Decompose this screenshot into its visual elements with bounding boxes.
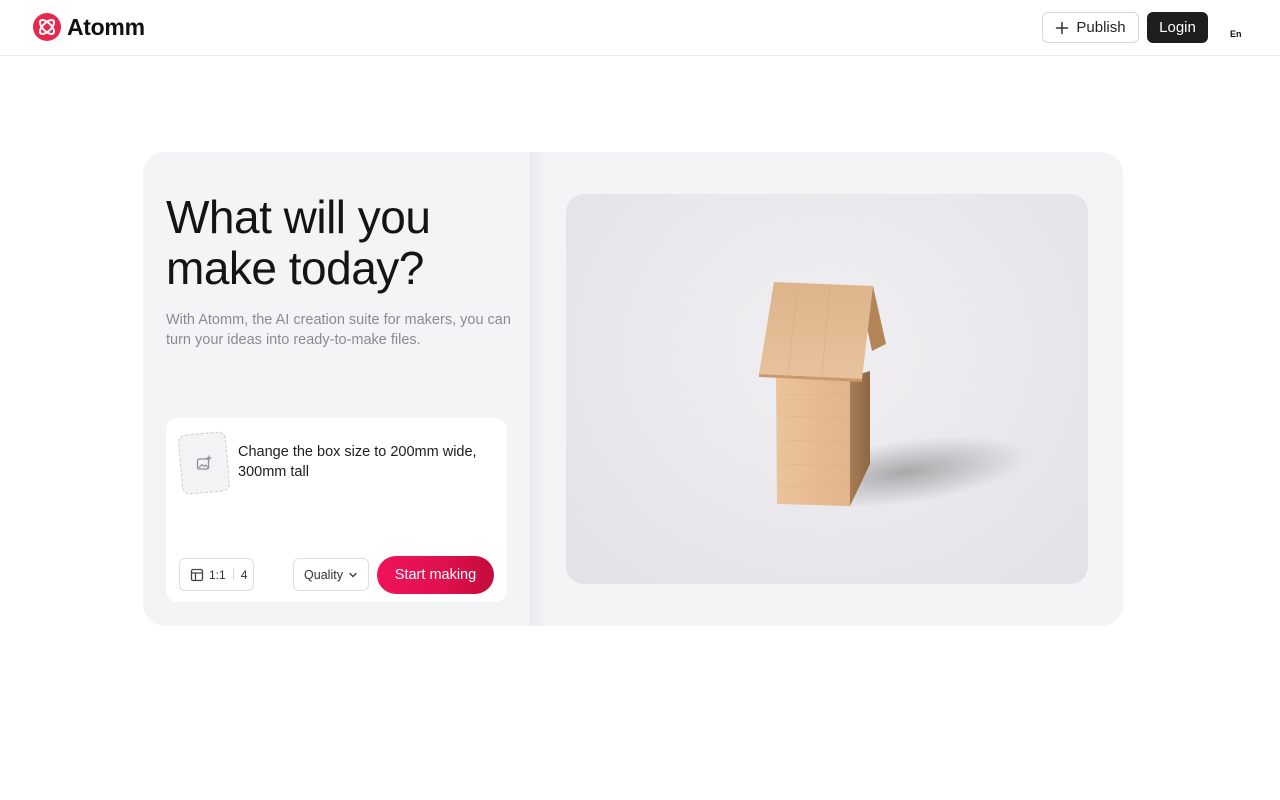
chevron-down-icon — [349, 572, 357, 577]
hero-left-panel: What will you make today? With Atomm, th… — [143, 152, 531, 626]
start-making-button[interactable]: Start making — [377, 556, 494, 594]
image-upload-button[interactable] — [177, 431, 231, 495]
atomm-logo-icon — [33, 13, 61, 41]
page-title: What will you make today? — [166, 192, 506, 294]
publish-label: Publish — [1076, 19, 1126, 36]
title-line-2: make today? — [166, 242, 424, 294]
brand-logo[interactable]: Atomm — [33, 13, 145, 41]
hero-card: What will you make today? With Atomm, th… — [143, 152, 1123, 626]
aspect-ratio-value: 1:1 — [209, 567, 226, 582]
top-nav: Atomm Publish Login En — [0, 0, 1280, 56]
plus-icon — [1056, 21, 1069, 34]
prompt-composer: Change the box size to 200mm wide, 300mm… — [166, 418, 507, 602]
hero-subtitle: With Atomm, the AI creation suite for ma… — [166, 312, 511, 348]
publish-button[interactable]: Publish — [1042, 12, 1139, 43]
language-selector[interactable]: En — [1230, 29, 1242, 39]
aspect-ratio-selector[interactable]: 1:1 4 — [179, 558, 254, 591]
wooden-house-illustration — [759, 282, 1030, 509]
quality-label: Quality — [304, 567, 343, 582]
layout-icon — [190, 568, 204, 581]
quality-dropdown[interactable]: Quality — [293, 558, 369, 591]
image-count-value: 4 — [240, 567, 248, 582]
divider — [232, 569, 234, 580]
image-add-icon — [196, 455, 212, 470]
title-line-1: What will you — [166, 191, 431, 243]
login-button[interactable]: Login — [1147, 12, 1208, 43]
preview-image — [566, 194, 1088, 584]
prompt-input[interactable]: Change the box size to 200mm wide, 300mm… — [238, 442, 494, 482]
brand-name: Atomm — [67, 13, 145, 40]
panel-divider — [531, 152, 547, 626]
